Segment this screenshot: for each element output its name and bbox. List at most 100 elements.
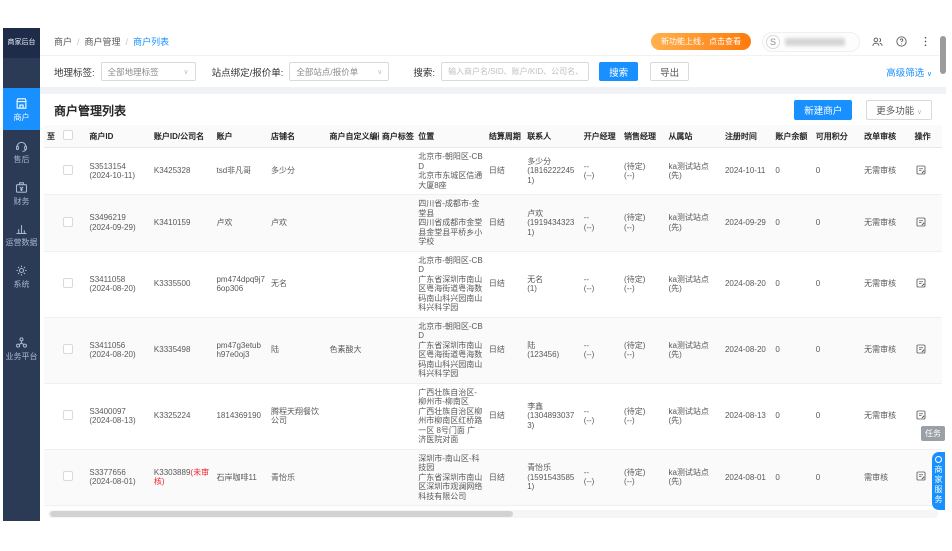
- column-header-16: 可用积分: [812, 125, 862, 149]
- filter-bar: 地理标签: 全部地理标签 ∨ 站点绑定/报价单: 全部站点/报价单 ∨ 搜索: …: [40, 55, 946, 87]
- cell-expand: [44, 449, 61, 507]
- sidebar-item-aftersale[interactable]: 售后: [3, 130, 40, 172]
- cell-expand: [44, 383, 61, 450]
- finance-icon: [14, 180, 29, 195]
- user-group-icon[interactable]: [871, 35, 884, 48]
- bar-chart-icon: [14, 221, 29, 236]
- edit-form-icon[interactable]: [915, 343, 927, 355]
- network-icon: [14, 335, 29, 350]
- sidebar-item-operations-data[interactable]: 运营数据: [3, 213, 40, 255]
- edit-form-icon[interactable]: [915, 164, 927, 176]
- new-feature-badge[interactable]: 新功能上线，点击查看: [651, 33, 751, 50]
- cell-custom-code: [326, 251, 379, 318]
- breadcrumb-separator: /: [77, 36, 80, 47]
- cell-settlement-cycle: 日结: [485, 194, 525, 252]
- row-checkbox[interactable]: [63, 216, 74, 227]
- vertical-scrollbar-thumb[interactable]: [940, 36, 946, 74]
- row-checkbox[interactable]: [63, 471, 74, 482]
- more-dots-icon[interactable]: [919, 35, 932, 48]
- geo-tag-select[interactable]: 全部地理标签 ∨: [100, 62, 196, 81]
- cell-settlement-cycle: 日结: [485, 317, 525, 384]
- table-row: S3366392(2024-07-30) K3293225(白) 螺宝宝好可爱哇…: [44, 505, 942, 509]
- row-checkbox[interactable]: [63, 409, 74, 420]
- cell-contact: 青怡乐 (15915435851): [524, 449, 581, 507]
- cell-checkbox[interactable]: [60, 147, 87, 196]
- cell-checkbox[interactable]: [60, 317, 87, 384]
- cell-account: pm474dpq9j76op306: [213, 251, 268, 318]
- cell-audit: 无需审核: [861, 147, 912, 196]
- cell-location: 北京市-朝阳区-CBD 广东省深圳市南山区粤海街道粤海数码南山科兴园南山科兴科学园: [415, 317, 486, 384]
- task-tag[interactable]: 任务: [921, 426, 945, 441]
- cell-balance: 0: [772, 147, 813, 196]
- search-input[interactable]: [441, 62, 590, 81]
- cell-register-time: 2024-08-01: [721, 449, 773, 507]
- edit-form-icon[interactable]: [915, 409, 927, 421]
- column-header-3: 账户ID/公司名: [150, 125, 214, 149]
- row-checkbox[interactable]: [63, 343, 74, 354]
- cell-operation: [911, 147, 942, 196]
- breadcrumb-merchant-list[interactable]: 商户列表: [133, 35, 169, 48]
- cell-merchant-tag: [378, 317, 416, 384]
- column-header-8: 位置: [415, 125, 486, 149]
- select-all-checkbox[interactable]: [63, 130, 74, 140]
- help-icon[interactable]: [895, 35, 908, 48]
- sidebar-item-business-platform[interactable]: 业务平台: [3, 327, 40, 369]
- more-functions-button[interactable]: 更多功能 ∨: [866, 100, 932, 120]
- cell-checkbox[interactable]: [60, 505, 87, 509]
- site-binding-select[interactable]: 全部站点/报价单 ∨: [289, 62, 390, 81]
- cell-checkbox[interactable]: [60, 449, 87, 507]
- cell-expand: [44, 147, 61, 196]
- cell-custom-code: [326, 147, 379, 196]
- column-header-7: 商户标签: [378, 125, 416, 149]
- edit-form-icon[interactable]: [915, 277, 927, 289]
- sidebar-item-label: 系统: [13, 280, 30, 290]
- create-merchant-button[interactable]: 新建商户: [794, 100, 853, 120]
- cell-location: 深圳市-南山区-科技园 广东省深圳市南山区深圳市观澜网络科技有限公司: [415, 449, 486, 507]
- cell-shop-name: 陆: [267, 317, 327, 384]
- cell-settlement-cycle: 日结: [485, 383, 525, 450]
- vertical-scrollbar[interactable]: [940, 28, 946, 521]
- service-ribbon[interactable]: 商家服务: [932, 452, 945, 510]
- horizontal-scrollbar[interactable]: [48, 510, 938, 518]
- edit-form-icon[interactable]: [915, 216, 927, 228]
- sidebar-item-label: 财务: [13, 196, 30, 206]
- user-name-redacted: [785, 37, 845, 46]
- cell-site: ka测试站点(先): [665, 147, 722, 196]
- site-binding-label: 站点绑定/报价单:: [211, 67, 284, 79]
- cell-merchant-id: S3496219 (2024-09-29): [86, 194, 151, 252]
- export-button[interactable]: 导出: [650, 62, 690, 81]
- breadcrumb-merchant[interactable]: 商户: [54, 35, 72, 48]
- user-account-chip[interactable]: S: [762, 31, 860, 52]
- cell-account-manager: --(--): [580, 194, 622, 252]
- cell-account-manager: --(--): [580, 383, 622, 450]
- row-checkbox[interactable]: [63, 277, 74, 288]
- cell-checkbox[interactable]: [60, 194, 87, 252]
- cell-merchant-tag: [378, 147, 416, 196]
- cell-shop-name: 卢欢: [267, 194, 327, 252]
- cell-location: 四川省-成都市-金堂县 四川省成都市金堂县金堂县平桥乡小学校: [415, 194, 486, 252]
- advanced-filter-link[interactable]: 高级筛选 ∨: [886, 65, 932, 79]
- chevron-down-icon: ∨: [377, 68, 383, 76]
- cell-account-manager: --(--): [580, 317, 622, 384]
- select-all-header[interactable]: [60, 125, 87, 149]
- avatar: S: [766, 34, 780, 49]
- cell-register-time: 2024-09-29: [721, 194, 773, 252]
- breadcrumb-separator: /: [125, 36, 129, 47]
- row-checkbox[interactable]: [63, 164, 74, 175]
- breadcrumb-merchant-management[interactable]: 商户管理: [85, 35, 121, 48]
- sidebar-item-system[interactable]: 系统: [3, 255, 40, 297]
- sidebar-item-finance[interactable]: 财务: [3, 172, 40, 214]
- column-header-0[interactable]: 至: [44, 125, 61, 149]
- cell-checkbox[interactable]: [60, 251, 87, 318]
- edit-form-icon[interactable]: [915, 470, 927, 482]
- cell-checkbox[interactable]: [60, 383, 87, 450]
- search-button[interactable]: 搜索: [599, 62, 639, 81]
- horizontal-scrollbar-thumb[interactable]: [50, 511, 513, 517]
- cell-shop-name: 无名: [267, 251, 327, 318]
- column-header-14: 注册时间: [721, 125, 773, 149]
- cell-account-id: K3335500: [150, 251, 214, 318]
- sidebar-item-merchant[interactable]: 商户: [3, 88, 40, 130]
- cell-custom-code: [326, 194, 379, 252]
- cell-shop-name: 螺宝宝好可爱哇: [267, 505, 327, 509]
- cell-sales-manager: (待定)(--): [621, 194, 666, 252]
